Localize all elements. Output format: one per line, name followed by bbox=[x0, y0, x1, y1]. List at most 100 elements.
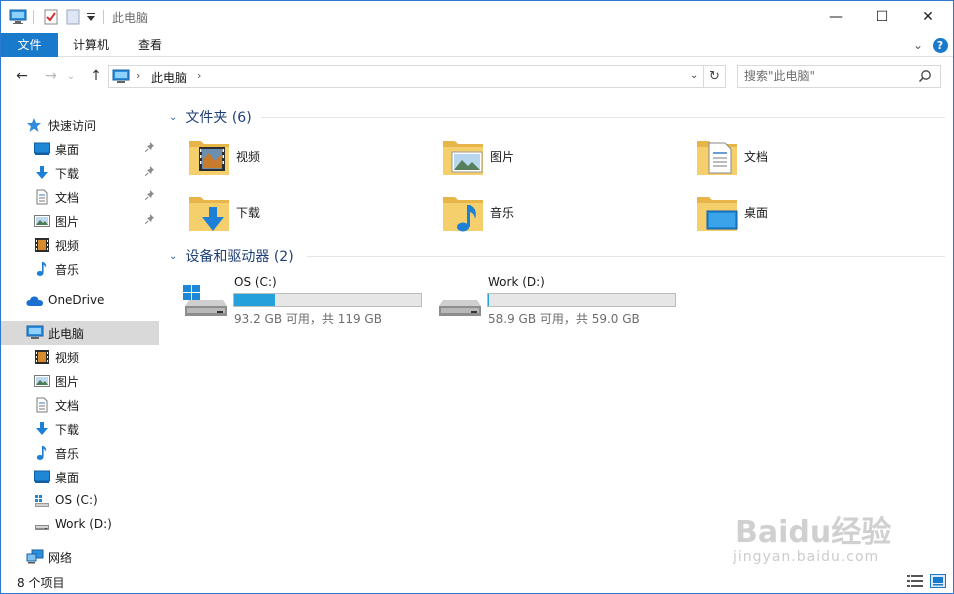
sidebar-item-quick-access[interactable]: 快速访问 bbox=[1, 113, 159, 137]
folder-music[interactable]: 音乐 bbox=[417, 189, 657, 237]
arrow-left-icon: ← bbox=[16, 68, 28, 84]
sidebar-item-label: Work (D:) bbox=[55, 517, 112, 531]
download-icon bbox=[34, 165, 50, 181]
close-button[interactable]: ✕ bbox=[905, 1, 951, 33]
folder-desktop[interactable]: 桌面 bbox=[671, 189, 911, 237]
drive-d[interactable]: Work (D:) 58.9 GB 可用，共 59.0 GB bbox=[415, 275, 676, 326]
folders-group-header[interactable]: ⌄ 文件夹 (6) bbox=[169, 107, 252, 127]
properties-icon[interactable] bbox=[43, 7, 59, 27]
pin-icon[interactable] bbox=[144, 190, 155, 203]
breadcrumb-separator[interactable]: › bbox=[197, 69, 201, 82]
windows-drive-icon bbox=[181, 284, 231, 320]
sidebar-item-documents[interactable]: 文档 bbox=[1, 185, 159, 209]
drive-free-space: 93.2 GB 可用，共 119 GB bbox=[234, 312, 382, 326]
maximize-icon: ☐ bbox=[875, 9, 889, 25]
this-pc-app-icon[interactable] bbox=[9, 7, 27, 27]
address-dropdown-icon[interactable]: ⌄ bbox=[690, 70, 698, 81]
maximize-button[interactable]: ☐ bbox=[859, 1, 905, 33]
sidebar-item-videos[interactable]: 视频 bbox=[1, 233, 159, 257]
sidebar-item-label: 快速访问 bbox=[48, 119, 97, 133]
chevron-down-icon: ⌄ bbox=[66, 70, 76, 82]
sidebar-item-pictures[interactable]: 图片 bbox=[1, 209, 159, 233]
pin-icon[interactable] bbox=[144, 214, 155, 227]
sidebar-item-pc-documents[interactable]: 文档 bbox=[1, 393, 159, 417]
details-view-icon[interactable] bbox=[907, 574, 923, 588]
folder-label: 下载 bbox=[236, 206, 261, 220]
drive-free-space: 58.9 GB 可用，共 59.0 GB bbox=[488, 312, 640, 326]
minimize-button[interactable]: — bbox=[813, 1, 859, 33]
sidebar-item-label: 视频 bbox=[55, 239, 80, 253]
document-icon bbox=[34, 189, 50, 205]
drive-icon bbox=[34, 517, 50, 533]
sidebar-item-drive-c[interactable]: OS (C:) bbox=[1, 489, 159, 513]
sidebar-item-pc-downloads[interactable]: 下载 bbox=[1, 417, 159, 441]
window-title: 此电脑 bbox=[112, 11, 149, 25]
help-button[interactable]: ? bbox=[932, 37, 948, 53]
chevron-down-icon: ⌄ bbox=[169, 250, 178, 262]
sidebar-item-drive-d[interactable]: Work (D:) bbox=[1, 513, 159, 537]
desktop-folder-icon bbox=[695, 191, 739, 235]
address-bar[interactable]: › 此电脑 › ⌄ bbox=[108, 65, 704, 88]
download-folder-icon bbox=[187, 191, 231, 235]
sidebar-item-music[interactable]: 音乐 bbox=[1, 257, 159, 281]
search-input[interactable] bbox=[744, 69, 914, 83]
drive-usage-fill bbox=[234, 294, 275, 306]
arrow-up-icon: ↑ bbox=[90, 68, 102, 84]
sidebar-item-pc-pictures[interactable]: 图片 bbox=[1, 369, 159, 393]
sidebar-item-onedrive[interactable]: OneDrive bbox=[1, 289, 159, 313]
customize-toolbar-icon[interactable] bbox=[86, 7, 96, 27]
back-button[interactable]: ← bbox=[12, 67, 32, 85]
sidebar-item-desktop[interactable]: 桌面 bbox=[1, 137, 159, 161]
folder-downloads[interactable]: 下载 bbox=[163, 189, 403, 237]
folder-label: 文档 bbox=[744, 150, 769, 164]
sidebar-item-label: 音乐 bbox=[55, 447, 80, 461]
search-box[interactable] bbox=[737, 65, 941, 88]
sidebar-item-label: OneDrive bbox=[48, 293, 105, 307]
sidebar-item-this-pc[interactable]: 此电脑 bbox=[1, 321, 159, 345]
item-count: 8 个项目 bbox=[17, 576, 65, 590]
sidebar-item-pc-videos[interactable]: 视频 bbox=[1, 345, 159, 369]
sidebar-item-pc-desktop[interactable]: 桌面 bbox=[1, 465, 159, 489]
tab-view[interactable]: 查看 bbox=[127, 33, 173, 57]
folder-documents[interactable]: 文档 bbox=[671, 133, 911, 181]
pin-icon[interactable] bbox=[144, 166, 155, 179]
search-icon[interactable] bbox=[918, 69, 932, 86]
up-button[interactable]: ↑ bbox=[86, 67, 106, 85]
sidebar-item-label: 音乐 bbox=[55, 263, 80, 277]
breadcrumb-separator[interactable]: › bbox=[136, 69, 140, 82]
sidebar-item-label: 桌面 bbox=[55, 143, 80, 157]
drive-name: Work (D:) bbox=[488, 275, 545, 289]
folder-pictures[interactable]: 图片 bbox=[417, 133, 657, 181]
folder-label: 音乐 bbox=[490, 206, 515, 220]
refresh-button[interactable]: ↻ bbox=[704, 65, 726, 88]
ribbon-expand-button[interactable]: ⌄ bbox=[910, 37, 926, 53]
large-icons-view-icon[interactable] bbox=[930, 574, 946, 588]
this-pc-icon bbox=[112, 69, 130, 87]
group-divider bbox=[307, 256, 945, 257]
recent-locations-button[interactable]: ⌄ bbox=[64, 67, 78, 85]
new-folder-icon[interactable] bbox=[65, 7, 81, 27]
tab-computer[interactable]: 计算机 bbox=[63, 33, 119, 57]
document-folder-icon bbox=[695, 135, 739, 179]
windows-drive-icon bbox=[34, 493, 50, 509]
drive-usage-bar bbox=[487, 293, 676, 307]
sidebar-item-label: 图片 bbox=[55, 215, 80, 229]
breadcrumb-this-pc[interactable]: 此电脑 bbox=[151, 69, 187, 86]
drives-group-header[interactable]: ⌄ 设备和驱动器 (2) bbox=[169, 246, 294, 266]
group-title: 设备和驱动器 (2) bbox=[185, 249, 294, 265]
folder-label: 桌面 bbox=[744, 206, 769, 220]
content-pane: ⌄ 文件夹 (6) 视频 图片 文档 下载 音乐 桌面 ⌄ 设备和驱动器 (2)… bbox=[161, 95, 953, 569]
tab-file[interactable]: 文件 bbox=[1, 33, 58, 57]
drive-name: OS (C:) bbox=[234, 275, 277, 289]
sidebar-item-network[interactable]: 网络 bbox=[1, 545, 159, 569]
arrow-right-icon: → bbox=[45, 68, 57, 84]
document-icon bbox=[34, 397, 50, 413]
group-divider bbox=[261, 117, 945, 118]
folder-videos[interactable]: 视频 bbox=[163, 133, 403, 181]
drive-c[interactable]: OS (C:) 93.2 GB 可用，共 119 GB bbox=[161, 275, 422, 326]
sidebar-item-pc-music[interactable]: 音乐 bbox=[1, 441, 159, 465]
ribbon-tabs: 文件 计算机 查看 ⌄ ? bbox=[1, 33, 953, 57]
pin-icon[interactable] bbox=[144, 142, 155, 155]
forward-button[interactable]: → bbox=[41, 67, 61, 85]
sidebar-item-downloads[interactable]: 下载 bbox=[1, 161, 159, 185]
